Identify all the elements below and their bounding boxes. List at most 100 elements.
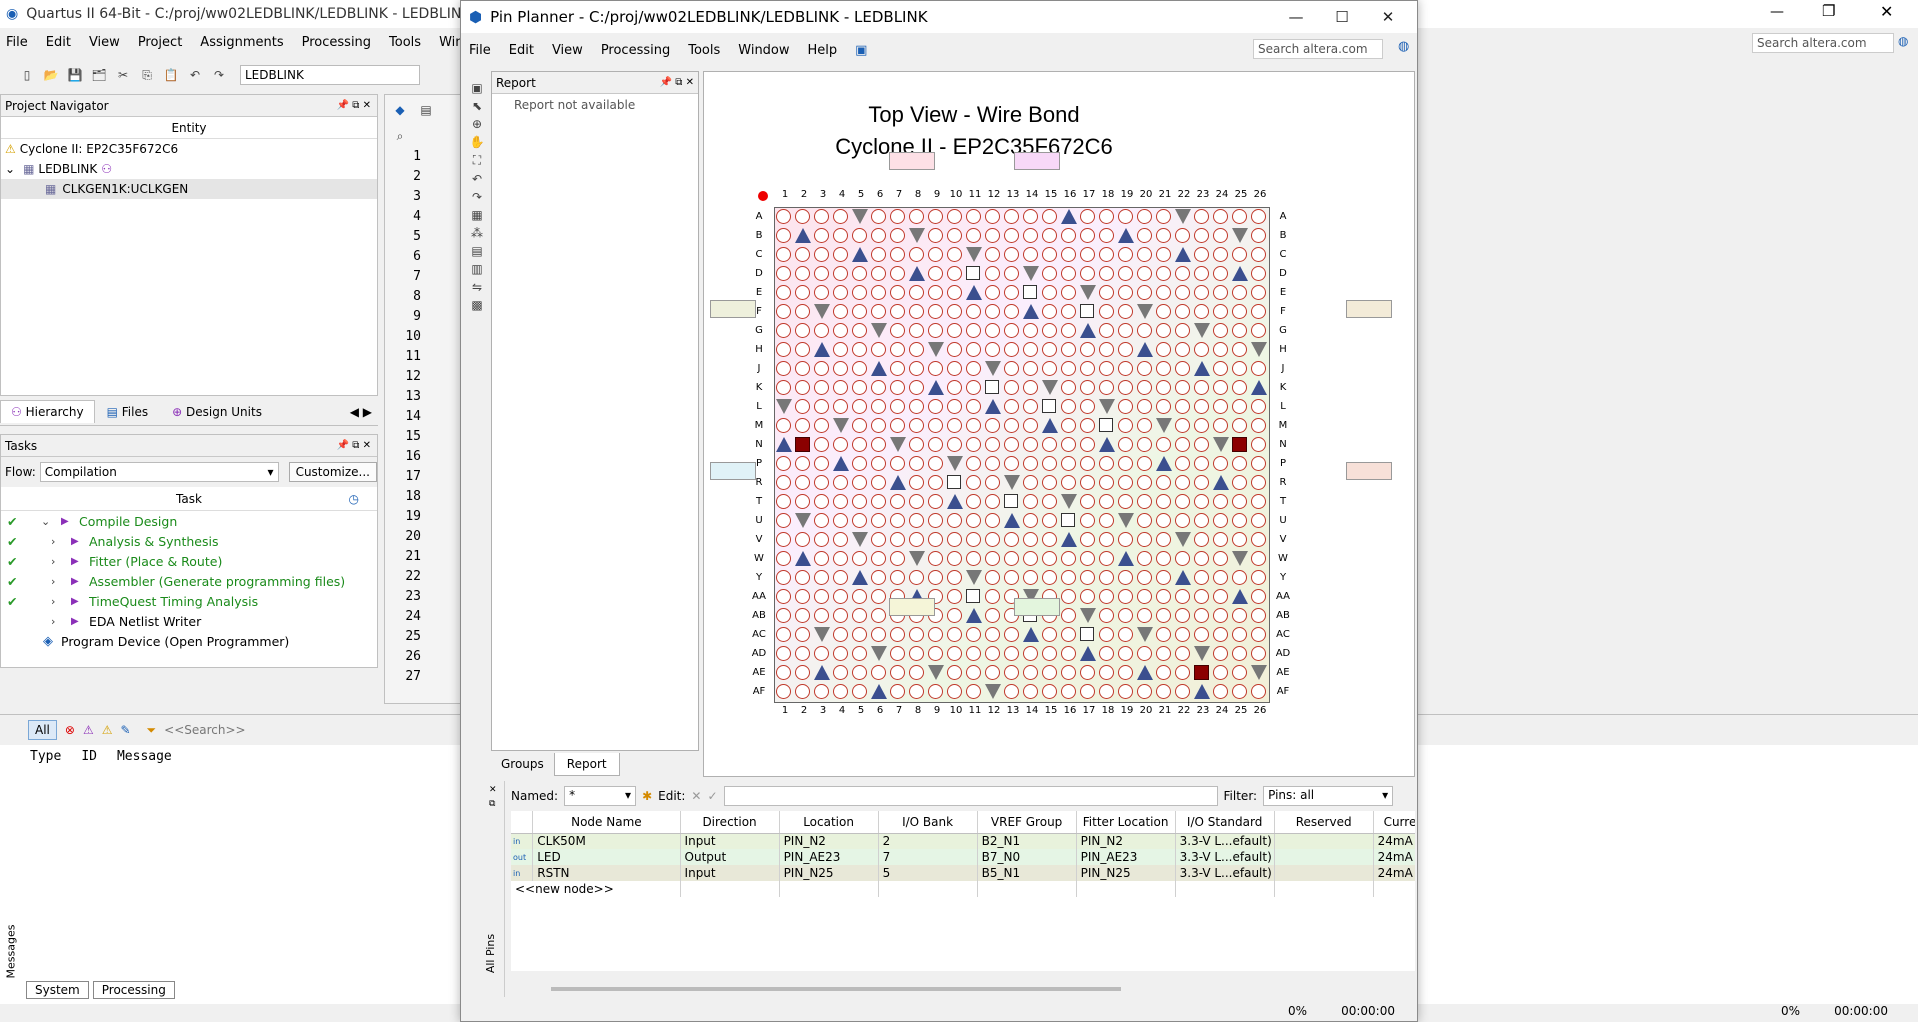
io-pin[interactable] <box>852 494 867 509</box>
io-pin[interactable] <box>1251 266 1266 281</box>
io-pin[interactable] <box>1061 304 1076 319</box>
collapse-icon[interactable]: ⌄ <box>41 515 61 528</box>
io-pin[interactable] <box>1061 399 1076 414</box>
io-pin[interactable] <box>966 646 981 661</box>
column-header[interactable]: Direction <box>680 811 780 834</box>
io-pin[interactable] <box>1194 304 1209 319</box>
io-pin[interactable] <box>1023 532 1038 547</box>
io-pin[interactable] <box>1042 323 1057 338</box>
power-pin[interactable] <box>909 551 925 566</box>
power-pin[interactable] <box>947 494 963 509</box>
io-pin[interactable] <box>890 209 905 224</box>
io-pin[interactable] <box>1156 228 1171 243</box>
io-pin[interactable] <box>795 399 810 414</box>
io-pin[interactable] <box>1175 627 1190 642</box>
io-pin[interactable] <box>1118 494 1133 509</box>
io-pin[interactable] <box>1194 513 1209 528</box>
io-pin[interactable] <box>1118 418 1133 433</box>
io-pin[interactable] <box>928 304 943 319</box>
io-pin[interactable] <box>1137 475 1152 490</box>
cell-reserved[interactable] <box>1274 833 1374 849</box>
io-pin[interactable] <box>966 627 981 642</box>
io-pin[interactable] <box>1156 646 1171 661</box>
io-pin[interactable] <box>1080 266 1095 281</box>
io-pin[interactable] <box>833 589 848 604</box>
io-pin[interactable] <box>852 437 867 452</box>
io-pin[interactable] <box>1156 532 1171 547</box>
io-pin[interactable] <box>1232 418 1247 433</box>
io-pin[interactable] <box>1061 665 1076 680</box>
io-bank-box[interactable] <box>1346 300 1392 318</box>
io-pin[interactable] <box>1080 532 1095 547</box>
io-pin[interactable] <box>776 247 791 262</box>
task-row[interactable]: ✔ › ▶ Analysis & Synthesis <box>1 531 377 551</box>
edit-accept-icon[interactable]: ✓ <box>707 789 717 803</box>
io-pin[interactable] <box>909 646 924 661</box>
menu-project[interactable]: Project <box>129 35 191 50</box>
cell-name[interactable]: CLK50M <box>532 833 681 849</box>
io-pin[interactable] <box>1118 247 1133 262</box>
io-pin[interactable] <box>1042 551 1057 566</box>
play-icon[interactable]: ▶ <box>71 616 89 627</box>
io-pin[interactable] <box>1004 285 1019 300</box>
io-pin[interactable] <box>1175 285 1190 300</box>
io-pin[interactable] <box>966 456 981 471</box>
io-pin[interactable] <box>1213 494 1228 509</box>
io-pin[interactable] <box>1213 247 1228 262</box>
io-pin[interactable] <box>928 437 943 452</box>
io-pin[interactable] <box>1137 570 1152 585</box>
io-pin[interactable] <box>947 418 962 433</box>
io-pin[interactable] <box>1251 513 1266 528</box>
io-pin[interactable] <box>1194 437 1209 452</box>
io-pin[interactable] <box>833 399 848 414</box>
io-pin[interactable] <box>1213 418 1228 433</box>
power-pin[interactable] <box>985 361 1001 376</box>
power-pin[interactable] <box>1156 418 1172 433</box>
io-pin[interactable] <box>852 608 867 623</box>
cell-std[interactable]: 3.3-V L...efault) <box>1175 833 1275 849</box>
io-pin[interactable] <box>1156 380 1171 395</box>
io-pin[interactable] <box>1004 551 1019 566</box>
io-pin[interactable] <box>1194 608 1209 623</box>
io-pin[interactable] <box>909 532 924 547</box>
power-pin[interactable] <box>776 399 792 414</box>
io-pin[interactable] <box>852 646 867 661</box>
io-pin[interactable] <box>1137 323 1152 338</box>
io-pin[interactable] <box>814 228 829 243</box>
restore-button[interactable]: ❐ <box>1822 2 1835 20</box>
io-pin[interactable] <box>1004 418 1019 433</box>
io-pin[interactable] <box>1213 627 1228 642</box>
pp-menu-tools[interactable]: Tools <box>679 43 729 58</box>
io-pin[interactable] <box>1042 532 1057 547</box>
io-pin[interactable] <box>871 285 886 300</box>
io-pin[interactable] <box>1099 684 1114 699</box>
io-pin[interactable] <box>833 342 848 357</box>
io-pin[interactable] <box>909 304 924 319</box>
io-pin[interactable] <box>1118 285 1133 300</box>
io-pin[interactable] <box>947 437 962 452</box>
io-pin[interactable] <box>947 380 962 395</box>
io-pin[interactable] <box>833 646 848 661</box>
io-pin[interactable] <box>1194 209 1209 224</box>
cell-direction[interactable]: Input <box>680 833 780 849</box>
io-pin[interactable] <box>1080 665 1095 680</box>
io-pin[interactable] <box>890 380 905 395</box>
io-pin[interactable] <box>1156 608 1171 623</box>
io-pin[interactable] <box>1137 646 1152 661</box>
io-pin[interactable] <box>1099 247 1114 262</box>
io-pin[interactable] <box>985 532 1000 547</box>
io-pin[interactable] <box>833 475 848 490</box>
io-pin[interactable] <box>1175 266 1190 281</box>
io-pin[interactable] <box>985 627 1000 642</box>
cell-location[interactable]: PIN_AE23 <box>779 849 879 865</box>
io-pin[interactable] <box>1175 684 1190 699</box>
io-pin[interactable] <box>1251 570 1266 585</box>
io-pin[interactable] <box>1080 399 1095 414</box>
io-pin[interactable] <box>1137 456 1152 471</box>
io-pin[interactable] <box>1156 570 1171 585</box>
pp-menu-file[interactable]: File <box>461 43 500 58</box>
new-node-row[interactable]: <<new node>> <box>511 881 1415 897</box>
io-pin[interactable] <box>776 665 791 680</box>
io-pin[interactable] <box>985 247 1000 262</box>
column-header[interactable]: Fitter Location <box>1076 811 1176 834</box>
